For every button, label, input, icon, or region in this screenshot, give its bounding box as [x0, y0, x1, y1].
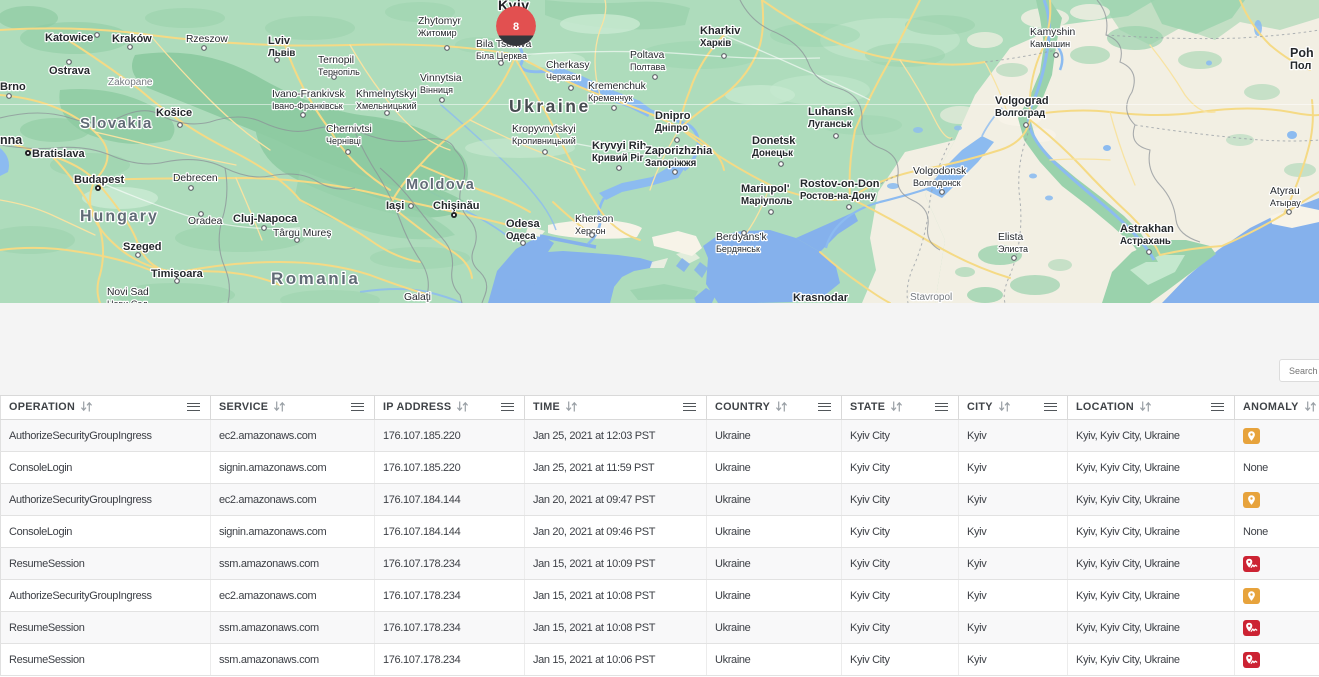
svg-text:Cherkasy: Cherkasy	[546, 60, 590, 71]
svg-text:Львів: Львів	[268, 48, 295, 59]
svg-text:Волгоград: Волгоград	[995, 108, 1045, 119]
svg-text:Elista: Elista	[998, 232, 1023, 243]
svg-text:Кременчук: Кременчук	[588, 93, 633, 103]
svg-text:Galaţi: Galaţi	[404, 292, 431, 303]
svg-text:Ternopil: Ternopil	[318, 55, 354, 66]
svg-text:Oradea: Oradea	[188, 216, 223, 227]
svg-text:Камышин: Камышин	[1030, 39, 1070, 49]
svg-text:Bratislava: Bratislava	[32, 148, 85, 160]
svg-text:Чернівці: Чернівці	[326, 136, 361, 146]
svg-text:Rostov-on-Don: Rostov-on-Don	[800, 178, 880, 190]
svg-text:Луганськ: Луганськ	[808, 119, 852, 130]
svg-text:Košice: Košice	[156, 107, 192, 119]
svg-text:Біла Церква: Біла Церква	[476, 51, 527, 61]
svg-text:Debrecen: Debrecen	[173, 173, 218, 184]
svg-text:Dnipro: Dnipro	[655, 110, 691, 122]
svg-text:Iaşi: Iaşi	[386, 200, 404, 212]
svg-text:Астрахань: Астрахань	[1120, 236, 1171, 247]
svg-text:Тернопіль: Тернопіль	[318, 67, 360, 77]
svg-text:Kryvyi Rih: Kryvyi Rih	[592, 140, 647, 152]
svg-text:Дніпро: Дніпро	[655, 123, 688, 134]
svg-text:Івано-Франківськ: Івано-Франківськ	[272, 101, 343, 111]
svg-text:Атырау: Атырау	[1270, 198, 1301, 208]
svg-text:Вінниця: Вінниця	[420, 85, 453, 95]
svg-text:Zaporizhzhia: Zaporizhzhia	[645, 145, 713, 157]
svg-text:Kremenchuk: Kremenchuk	[588, 81, 647, 92]
svg-text:Ukraine: Ukraine	[509, 96, 591, 116]
svg-text:Lviv: Lviv	[268, 35, 291, 47]
svg-text:Полтава: Полтава	[630, 62, 665, 72]
svg-text:Ростов-на-Дону: Ростов-на-Дону	[800, 191, 876, 202]
svg-text:Poltava: Poltava	[630, 50, 665, 61]
svg-text:Moldova: Moldova	[406, 177, 475, 193]
svg-text:Novi Sad: Novi Sad	[107, 287, 149, 298]
svg-text:Hungary: Hungary	[80, 208, 159, 225]
svg-text:Szeged: Szeged	[123, 241, 162, 253]
svg-text:Kamyshin: Kamyshin	[1030, 27, 1075, 38]
svg-text:Chernivtsi: Chernivtsi	[326, 124, 372, 135]
svg-text:Mariupol': Mariupol'	[741, 183, 790, 195]
svg-text:Chişinău: Chişinău	[433, 200, 479, 212]
svg-text:Волгодонск: Волгодонск	[913, 178, 961, 188]
svg-text:Донецьк: Донецьк	[752, 148, 793, 159]
svg-text:Кривий Ріг: Кривий Ріг	[592, 153, 644, 164]
svg-text:nna: nna	[0, 133, 23, 147]
svg-text:Kharkiv: Kharkiv	[700, 25, 741, 37]
svg-text:Poh: Poh	[1290, 46, 1314, 60]
svg-text:Хмельницький: Хмельницький	[356, 101, 417, 111]
svg-text:Zakopane: Zakopane	[108, 77, 153, 88]
svg-text:Кропивницький: Кропивницький	[512, 136, 576, 146]
svg-text:Stavropol: Stavropol	[910, 292, 952, 303]
svg-text:Cluj-Napoca: Cluj-Napoca	[233, 213, 298, 225]
svg-text:Volgograd: Volgograd	[995, 95, 1049, 107]
svg-text:Пол: Пол	[1290, 60, 1311, 72]
svg-text:Brno: Brno	[0, 81, 26, 93]
svg-text:Rzeszow: Rzeszow	[186, 34, 228, 45]
svg-text:Luhansk: Luhansk	[808, 106, 854, 118]
svg-text:Харків: Харків	[700, 38, 731, 49]
svg-text:8: 8	[513, 21, 519, 33]
svg-text:Astrakhan: Astrakhan	[1120, 223, 1174, 235]
svg-text:Khmelnytskyi: Khmelnytskyi	[356, 89, 417, 100]
svg-text:Atyrau: Atyrau	[1270, 186, 1300, 197]
svg-text:Запоріжжя: Запоріжжя	[645, 158, 696, 169]
svg-text:Kraków: Kraków	[112, 33, 152, 45]
svg-text:Romania: Romania	[271, 269, 360, 288]
svg-text:Маріуполь: Маріуполь	[741, 196, 792, 207]
svg-text:Budapest: Budapest	[74, 174, 124, 186]
svg-text:Бердянськ: Бердянськ	[716, 244, 760, 254]
svg-text:Odesa: Odesa	[506, 218, 541, 230]
svg-text:Одеса: Одеса	[506, 231, 536, 242]
svg-text:Черкаси: Черкаси	[546, 72, 581, 82]
svg-text:Zhytomyr: Zhytomyr	[418, 16, 461, 27]
svg-text:Kropyvnytskyi: Kropyvnytskyi	[512, 124, 576, 135]
svg-text:Vinnytsia: Vinnytsia	[420, 73, 462, 84]
svg-text:Târgu Mureş: Târgu Mureş	[273, 228, 331, 239]
svg-text:Slovakia: Slovakia	[80, 115, 153, 132]
svg-text:Житомир: Житомир	[418, 28, 457, 38]
svg-text:Ostrava: Ostrava	[49, 65, 91, 77]
svg-text:Donetsk: Donetsk	[752, 135, 796, 147]
svg-text:Ivano-Frankivsk: Ivano-Frankivsk	[272, 89, 346, 100]
svg-text:Volgodonsk: Volgodonsk	[913, 166, 967, 177]
svg-text:Katowice: Katowice	[45, 32, 93, 44]
svg-text:Kherson: Kherson	[575, 214, 614, 225]
svg-text:Krasnodar: Krasnodar	[793, 292, 849, 303]
svg-text:Элиста: Элиста	[998, 244, 1028, 254]
